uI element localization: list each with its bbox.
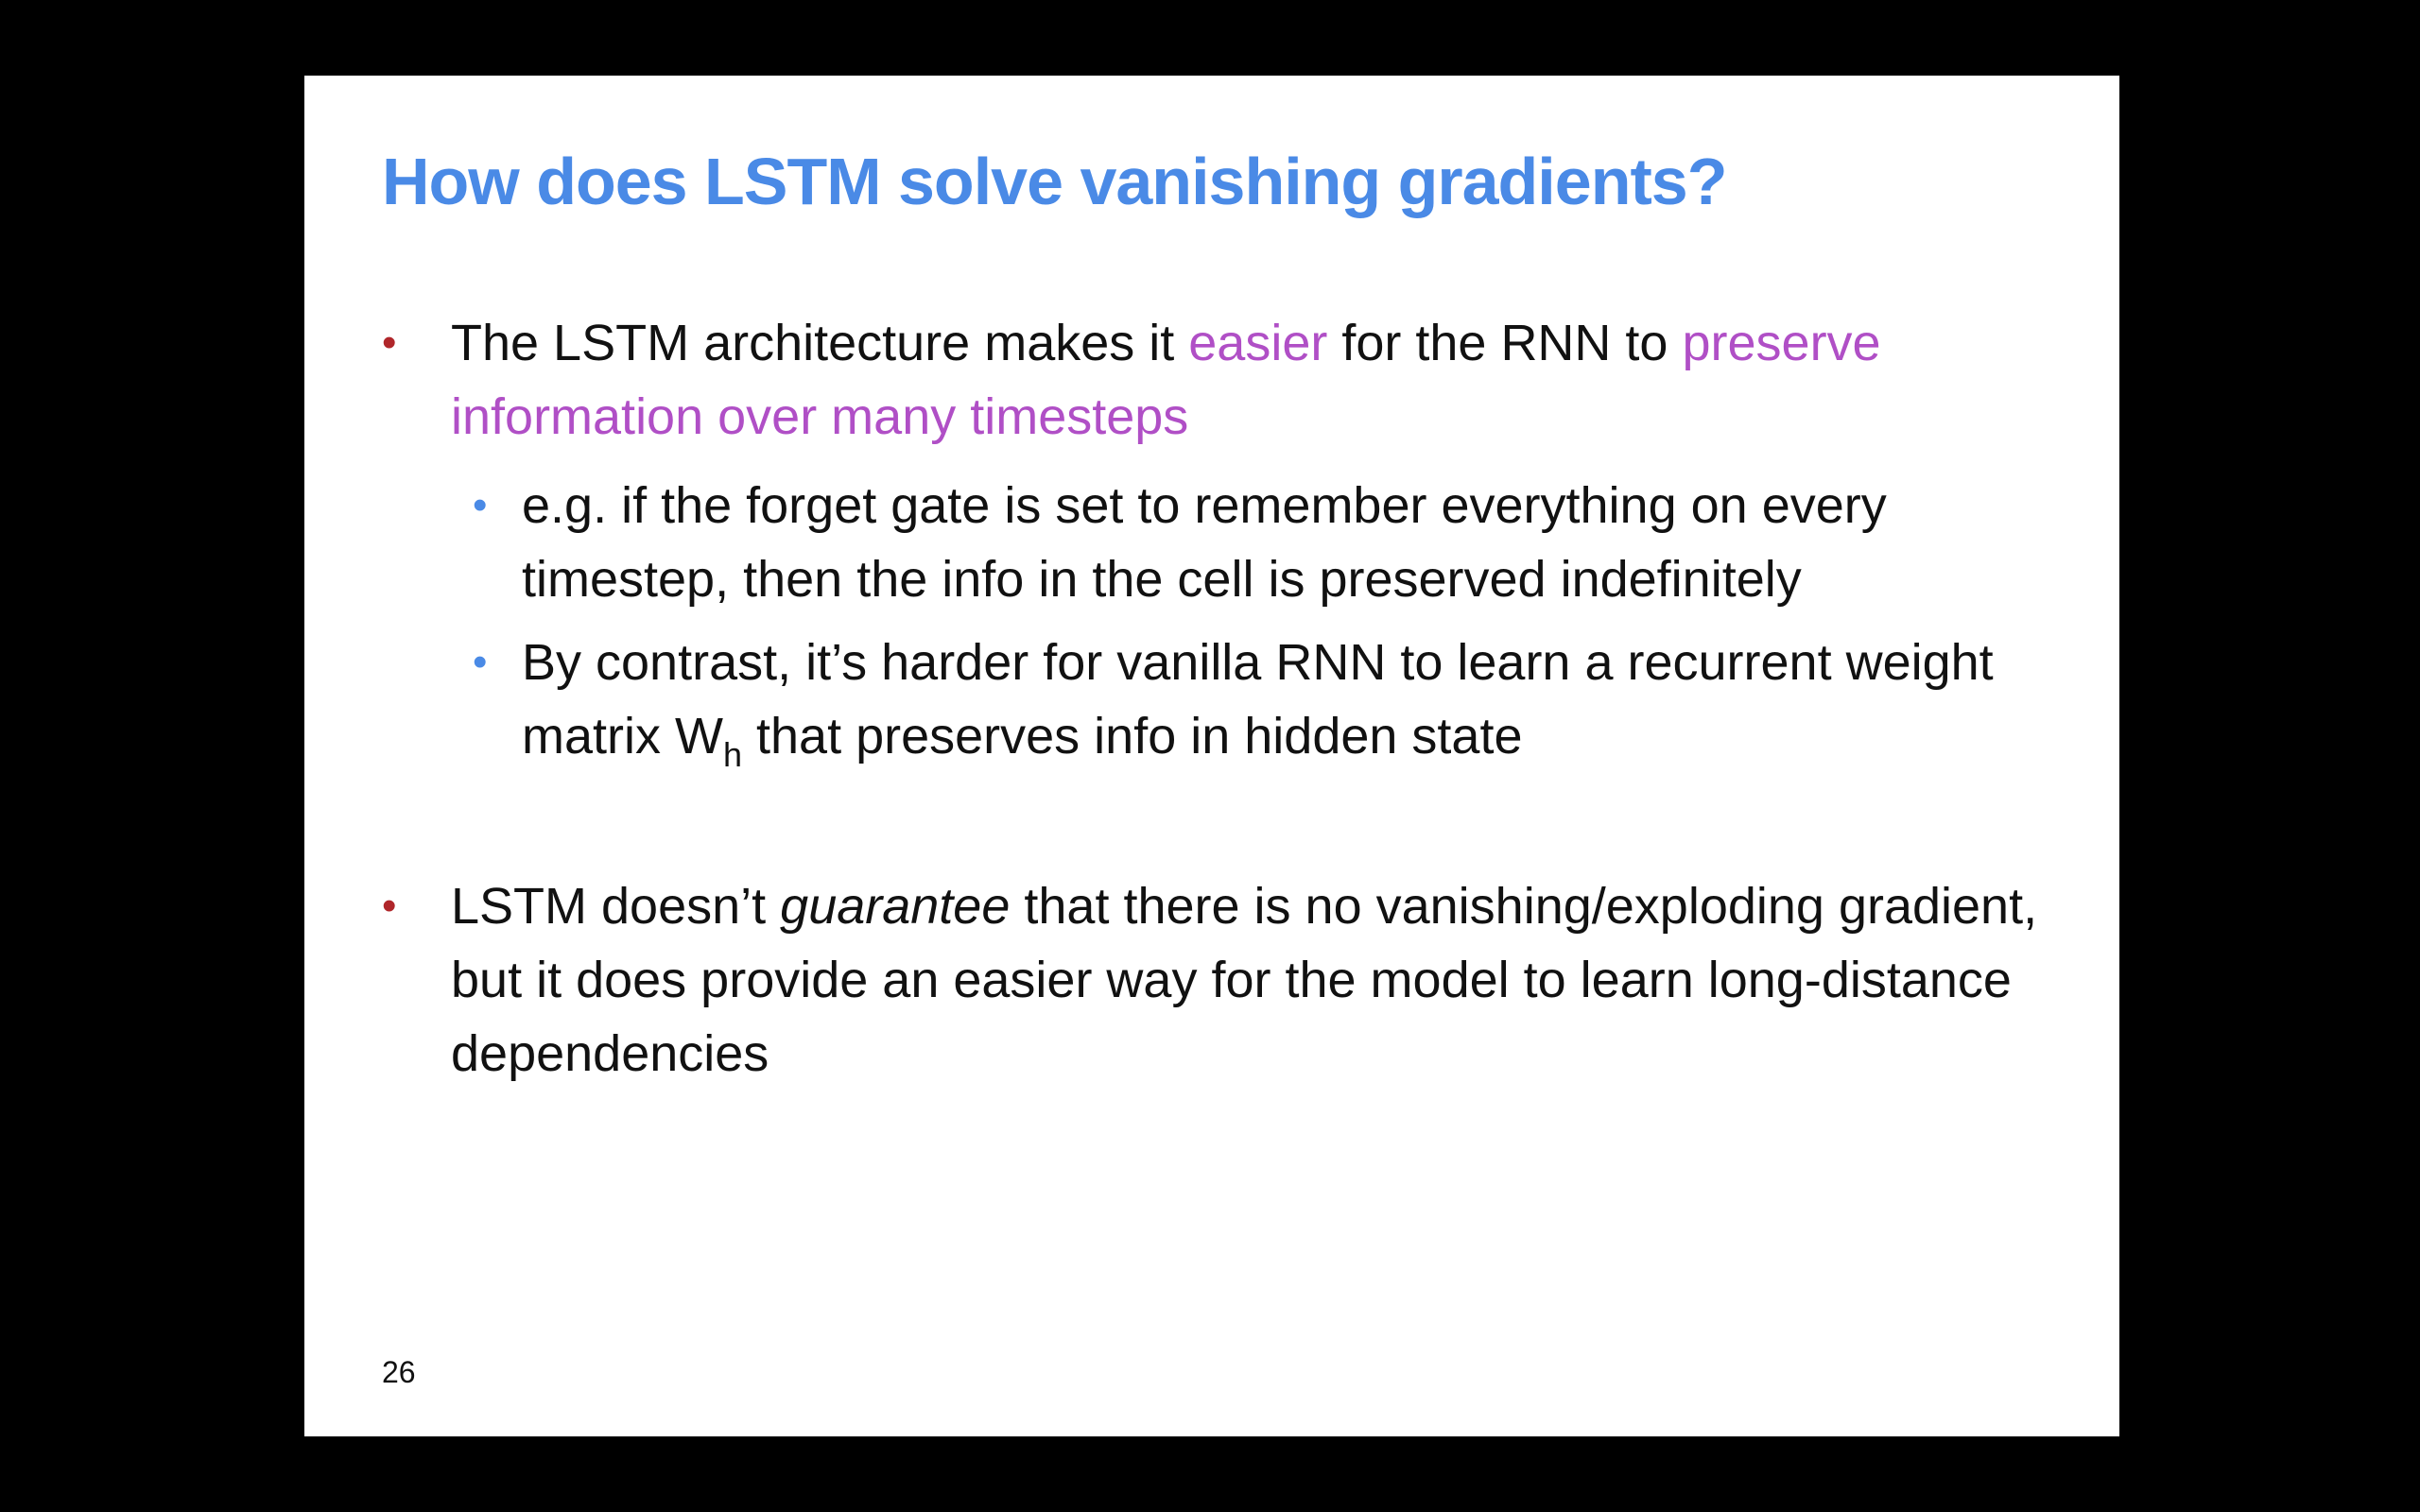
subbullet-vanilla-rnn: • By contrast, it’s harder for vanilla R… xyxy=(473,626,2061,773)
subbullet-marker: • xyxy=(473,639,488,685)
text-segment: The LSTM architecture makes it xyxy=(451,315,1189,371)
bullet-lstm-easier: • The LSTM architecture makes it easier … xyxy=(382,306,2046,454)
page-number: 26 xyxy=(382,1355,416,1389)
bullet-no-guarantee: • LSTM doesn’t guarantee that there is n… xyxy=(382,869,2046,1091)
text-segment: for the RNN to xyxy=(1327,315,1683,371)
subbullet-forget-gate: • e.g. if the forget gate is set to reme… xyxy=(473,469,2061,616)
subbullet-text: By contrast, it’s harder for vanilla RNN… xyxy=(522,626,2061,773)
bullet-marker: • xyxy=(382,883,397,929)
text-segment: LSTM doesn’t xyxy=(451,878,781,935)
highlight-easier: easier xyxy=(1188,315,1328,371)
slide-title: How does LSTM solve vanishing gradients? xyxy=(382,145,1727,218)
text-segment: that preserves info in hidden state xyxy=(742,708,1523,765)
subscript-h: h xyxy=(722,735,742,774)
subbullet-marker: • xyxy=(473,482,488,528)
slide: How does LSTM solve vanishing gradients?… xyxy=(304,76,2119,1436)
emphasis-guarantee: guarantee xyxy=(780,878,1011,935)
bullet-marker: • xyxy=(382,319,397,366)
bullet-text: LSTM doesn’t guarantee that there is no … xyxy=(451,869,2046,1091)
bullet-text: The LSTM architecture makes it easier fo… xyxy=(451,306,2046,454)
subbullet-text: e.g. if the forget gate is set to rememb… xyxy=(522,477,1887,608)
